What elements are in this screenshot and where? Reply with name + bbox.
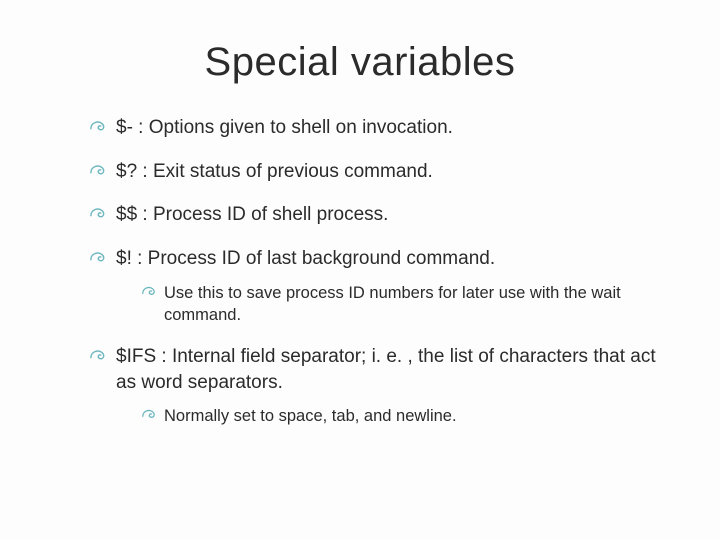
swirl-bullet-icon [90, 163, 108, 177]
list-item: $IFS : Internal field separator; i. e. ,… [90, 344, 660, 428]
sub-list-item: Normally set to space, tab, and newline. [142, 405, 660, 427]
swirl-bullet-icon [90, 250, 108, 264]
sub-list-item-text: Normally set to space, tab, and newline. [164, 407, 457, 425]
sub-list-item: Use this to save process ID numbers for … [142, 282, 660, 327]
sub-list-item-text: Use this to save process ID numbers for … [164, 284, 621, 324]
list-item: $? : Exit status of previous command. [90, 159, 660, 185]
bullet-list: $- : Options given to shell on invocatio… [90, 115, 660, 428]
list-item-text: $? : Exit status of previous command. [116, 161, 433, 182]
swirl-bullet-icon [90, 348, 108, 362]
list-item-text: $! : Process ID of last background comma… [116, 248, 495, 269]
swirl-bullet-icon [90, 119, 108, 133]
list-item: $- : Options given to shell on invocatio… [90, 115, 660, 141]
sub-list: Normally set to space, tab, and newline. [142, 405, 660, 427]
list-item: $! : Process ID of last background comma… [90, 246, 660, 326]
slide: Special variables $- : Options given to … [0, 0, 720, 540]
swirl-bullet-icon [90, 206, 108, 220]
swirl-bullet-icon [142, 285, 158, 297]
list-item-text: $- : Options given to shell on invocatio… [116, 117, 453, 138]
list-item-text: $$ : Process ID of shell process. [116, 204, 388, 225]
sub-list: Use this to save process ID numbers for … [142, 282, 660, 327]
list-item: $$ : Process ID of shell process. [90, 202, 660, 228]
list-item-text: $IFS : Internal field separator; i. e. ,… [116, 346, 656, 393]
slide-title: Special variables [60, 40, 660, 85]
swirl-bullet-icon [142, 408, 158, 420]
